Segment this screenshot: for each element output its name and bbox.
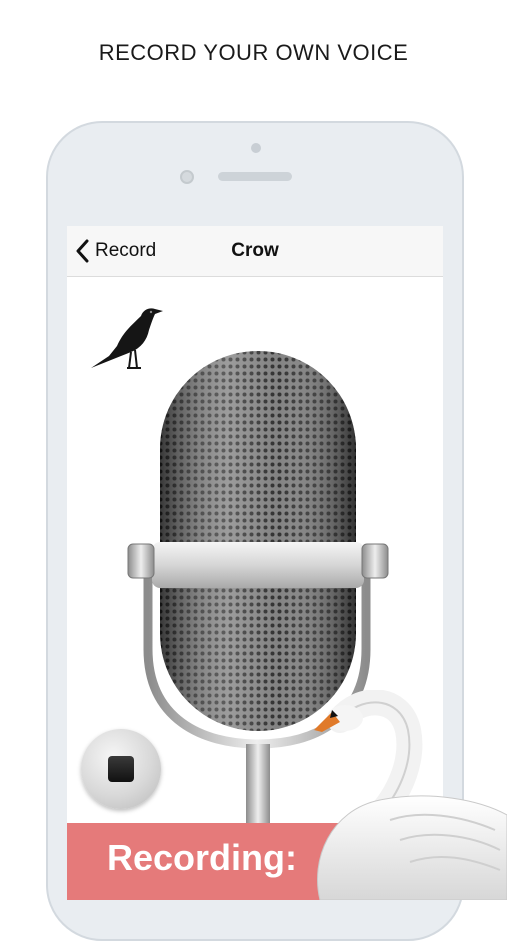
swan-icon xyxy=(314,690,507,900)
stop-button[interactable] xyxy=(81,729,161,809)
recording-status: Recording: xyxy=(107,837,298,878)
stop-icon xyxy=(108,756,134,782)
headline: RECORD YOUR OWN VOICE xyxy=(98,40,409,65)
phone-sensor-dot xyxy=(251,143,261,153)
navigation-bar: Record Crow xyxy=(67,226,443,277)
phone-speaker xyxy=(218,172,292,181)
phone-camera xyxy=(180,170,194,184)
page-title: Crow xyxy=(231,240,279,261)
